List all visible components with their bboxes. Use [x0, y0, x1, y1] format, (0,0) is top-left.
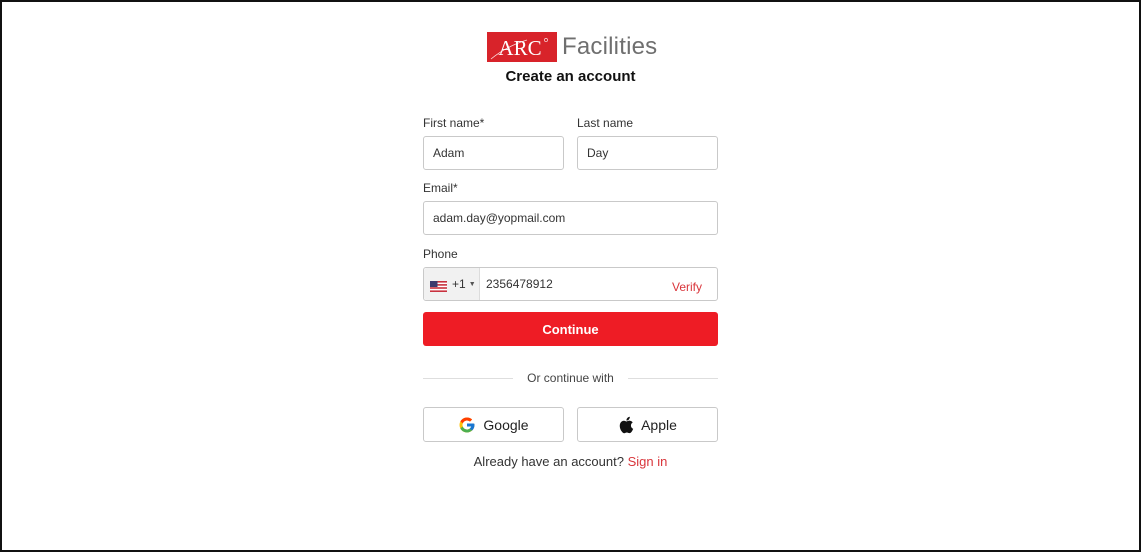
email-value: adam.day@yopmail.com — [433, 211, 566, 225]
chevron-down-icon: ▼ — [468, 280, 476, 288]
arc-facilities-logo: ARC Facilities — [487, 32, 657, 62]
signin-prompt: Already have an account? — [473, 454, 624, 469]
continue-button[interactable]: Continue — [423, 312, 718, 346]
last-name-label: Last name — [577, 116, 634, 130]
apple-icon — [618, 416, 634, 434]
google-icon — [458, 416, 476, 434]
google-label: Google — [483, 416, 529, 433]
first-name-field[interactable]: Adam — [423, 136, 564, 170]
email-label: Email* — [423, 181, 458, 195]
verify-link[interactable]: Verify — [672, 280, 702, 294]
last-name-value: Day — [587, 146, 609, 160]
apple-label: Apple — [641, 416, 677, 433]
first-name-value: Adam — [433, 146, 465, 160]
logo-mark-text: ARC — [498, 36, 541, 60]
phone-value: 2356478912 — [486, 277, 553, 291]
phone-label: Phone — [423, 247, 458, 261]
divider-line-right — [628, 378, 718, 379]
country-code-selector[interactable]: +1 ▼ — [424, 268, 480, 300]
arc-logo-mark: ARC — [487, 32, 557, 62]
first-name-label: First name* — [423, 116, 485, 130]
email-field[interactable]: adam.day@yopmail.com — [423, 201, 718, 235]
us-flag-icon — [430, 279, 447, 292]
google-signin-button[interactable]: Google — [423, 407, 564, 442]
apple-signin-button[interactable]: Apple — [577, 407, 718, 442]
page-title: Create an account — [505, 68, 636, 85]
signin-link[interactable]: Sign in — [628, 454, 668, 469]
product-name: Facilities — [562, 33, 658, 60]
last-name-field[interactable]: Day — [577, 136, 718, 170]
signin-row: Already have an account? Sign in — [423, 454, 718, 469]
country-code: +1 — [452, 277, 466, 291]
